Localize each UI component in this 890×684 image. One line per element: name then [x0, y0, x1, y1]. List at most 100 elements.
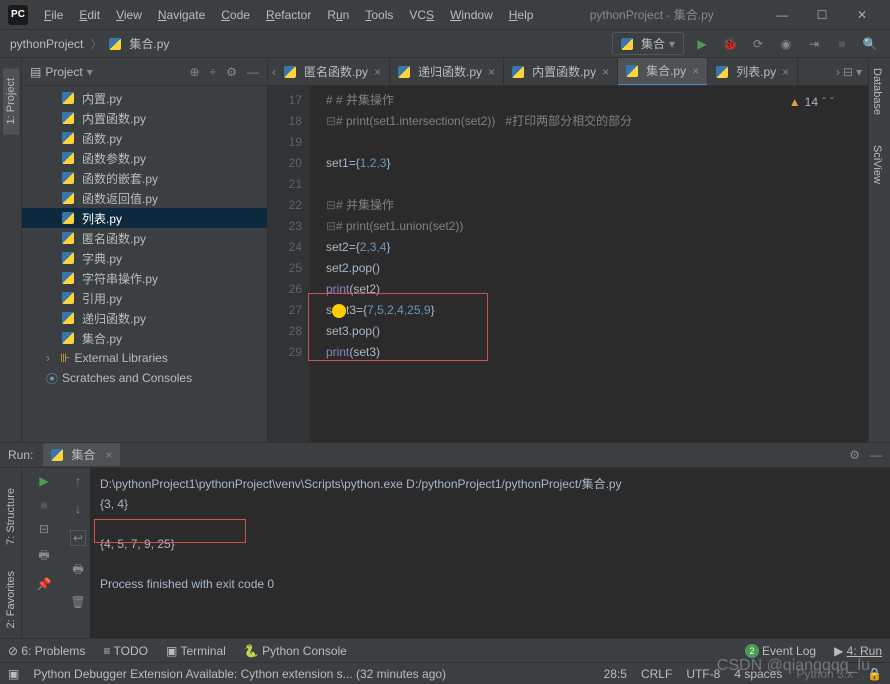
sidebar-tab-database[interactable]: Database: [869, 58, 885, 125]
tree-external-libraries[interactable]: ›⊪ External Libraries: [22, 348, 267, 368]
tree-file[interactable]: 内置函数.py: [22, 108, 267, 128]
editor-tab[interactable]: 匿名函数.py×: [276, 58, 390, 86]
menu-tools[interactable]: Tools: [357, 4, 401, 26]
code-editor[interactable]: ▲14 ˆ ˇ # # 并集操作 ⊟# print(set1.intersect…: [310, 86, 868, 442]
tree-file[interactable]: 内置.py: [22, 88, 267, 108]
menu-run[interactable]: Run: [319, 4, 357, 26]
stop-button[interactable]: ■: [40, 498, 47, 512]
menu-window[interactable]: Window: [442, 4, 501, 26]
menu-view[interactable]: View: [108, 4, 150, 26]
tree-file[interactable]: 函数.py: [22, 128, 267, 148]
tree-file[interactable]: 匿名函数.py: [22, 228, 267, 248]
tree-file[interactable]: 函数返回值.py: [22, 188, 267, 208]
gear-icon[interactable]: ⚙: [226, 65, 237, 79]
attach-button[interactable]: ⇥: [804, 34, 824, 54]
editor-tab-active[interactable]: 集合.py×: [618, 58, 708, 86]
divide-icon[interactable]: ÷: [210, 65, 217, 79]
run-coverage-button[interactable]: ⟳: [748, 34, 768, 54]
debug-button[interactable]: 🐞: [720, 34, 740, 54]
tree-file[interactable]: 字典.py: [22, 248, 267, 268]
sidebar-tab-sciview[interactable]: SciView: [869, 135, 885, 194]
rerun-button[interactable]: ▶: [39, 474, 48, 488]
indent[interactable]: 4 spaces: [734, 667, 782, 681]
tree-file[interactable]: 集合.py: [22, 328, 267, 348]
close-button[interactable]: ✕: [842, 0, 882, 30]
project-panel-title[interactable]: ▤ Project ▾: [30, 65, 93, 79]
close-icon[interactable]: ×: [374, 65, 381, 79]
gear-icon[interactable]: ⚙: [849, 448, 860, 462]
tab-menu-icon[interactable]: ▾: [856, 65, 862, 79]
menu-vcs[interactable]: VCS: [401, 4, 442, 26]
search-everywhere-button[interactable]: 🔍: [860, 34, 880, 54]
editor-tab[interactable]: 列表.py×: [708, 58, 798, 86]
wrap-icon[interactable]: ↩: [70, 530, 86, 546]
delete-icon[interactable]: 🗑: [70, 595, 85, 609]
tree-scratches[interactable]: ⦿ Scratches and Consoles: [22, 368, 267, 388]
tab-scroll-right[interactable]: ›: [836, 65, 840, 79]
breadcrumb-project[interactable]: pythonProject: [10, 37, 83, 51]
sidebar-tab-structure[interactable]: 7: Structure: [3, 478, 19, 555]
editor-tab[interactable]: 递归函数.py×: [390, 58, 504, 86]
tree-file[interactable]: 函数的嵌套.py: [22, 168, 267, 188]
pin-button[interactable]: 📌: [37, 577, 52, 591]
project-tree[interactable]: 内置.py 内置函数.py 函数.py 函数参数.py 函数的嵌套.py 函数返…: [22, 86, 267, 442]
lock-icon[interactable]: 🔒: [867, 667, 882, 681]
tab-scroll-left[interactable]: ‹: [268, 65, 276, 79]
layout-button[interactable]: ⊟: [39, 522, 49, 536]
tree-file[interactable]: 引用.py: [22, 288, 267, 308]
run-tab[interactable]: 集合×: [43, 443, 120, 466]
tree-file[interactable]: 函数参数.py: [22, 148, 267, 168]
sidebar-tab-favorites[interactable]: 2: Favorites: [3, 561, 19, 638]
up-arrow-icon[interactable]: ↑: [75, 474, 81, 488]
tree-file-selected[interactable]: 列表.py: [22, 208, 267, 228]
collapse-icon[interactable]: ⊕: [190, 65, 200, 79]
tree-file[interactable]: 递归函数.py: [22, 308, 267, 328]
maximize-button[interactable]: ☐: [802, 0, 842, 30]
status-message[interactable]: Python Debugger Extension Available: Cyt…: [33, 667, 446, 681]
line-gutter[interactable]: 17 18 19 20 21 22 23 24 25 26 27 28 29: [268, 86, 310, 442]
down-arrow-icon[interactable]: ˇ: [830, 92, 834, 113]
sidebar-tab-project[interactable]: 1: Project: [3, 68, 19, 134]
print-button[interactable]: 🖶: [38, 546, 49, 567]
intention-bulb-icon[interactable]: [332, 304, 346, 318]
close-icon[interactable]: ×: [782, 65, 789, 79]
breadcrumb[interactable]: pythonProject 〉 集合.py: [10, 35, 169, 52]
stop-button[interactable]: ■: [832, 34, 852, 54]
close-icon[interactable]: ×: [692, 64, 699, 78]
close-icon[interactable]: ×: [602, 65, 609, 79]
close-icon[interactable]: ×: [105, 448, 112, 462]
menu-navigate[interactable]: Navigate: [150, 4, 213, 26]
menu-code[interactable]: Code: [213, 4, 258, 26]
interpreter[interactable]: Python 3.x: [796, 667, 853, 681]
run-button[interactable]: ▶: [692, 34, 712, 54]
close-icon[interactable]: ×: [488, 65, 495, 79]
menu-refactor[interactable]: Refactor: [258, 4, 319, 26]
menu-file[interactable]: File: [36, 4, 71, 26]
line-separator[interactable]: CRLF: [641, 667, 672, 681]
todo-tab[interactable]: ≡ TODO: [103, 644, 148, 658]
tree-file[interactable]: 字符串操作.py: [22, 268, 267, 288]
fold-icon[interactable]: ⊟: [326, 111, 336, 132]
menu-edit[interactable]: Edit: [71, 4, 108, 26]
problems-tab[interactable]: ⊘ 6: Problems: [8, 644, 85, 658]
python-console-tab[interactable]: 🐍 Python Console: [244, 644, 347, 658]
fold-icon[interactable]: ⊟: [326, 216, 336, 237]
tab-list-icon[interactable]: ⊟: [843, 65, 853, 79]
menu-help[interactable]: Help: [501, 4, 542, 26]
run-config-dropdown[interactable]: 集合 ▾: [612, 32, 684, 55]
hide-icon[interactable]: —: [870, 448, 882, 462]
encoding[interactable]: UTF-8: [686, 667, 720, 681]
terminal-tab[interactable]: ▣ Terminal: [166, 644, 226, 658]
editor-tab[interactable]: 内置函数.py×: [504, 58, 618, 86]
breadcrumb-file[interactable]: 集合.py: [129, 35, 169, 52]
status-icon[interactable]: ▣: [8, 667, 19, 681]
up-arrow-icon[interactable]: ˆ: [822, 92, 826, 113]
down-arrow-icon[interactable]: ↓: [75, 502, 81, 516]
event-log-tab[interactable]: 2Event Log: [745, 644, 816, 658]
run-tab-bottom[interactable]: ▶ 4: Run: [834, 644, 882, 658]
print-icon[interactable]: 🖶: [72, 560, 83, 581]
console-output[interactable]: D:\pythonProject1\pythonProject\venv\Scr…: [90, 468, 890, 638]
profile-button[interactable]: ◉: [776, 34, 796, 54]
cursor-position[interactable]: 28:5: [604, 667, 627, 681]
inspection-badge[interactable]: ▲14 ˆ ˇ: [789, 92, 834, 113]
